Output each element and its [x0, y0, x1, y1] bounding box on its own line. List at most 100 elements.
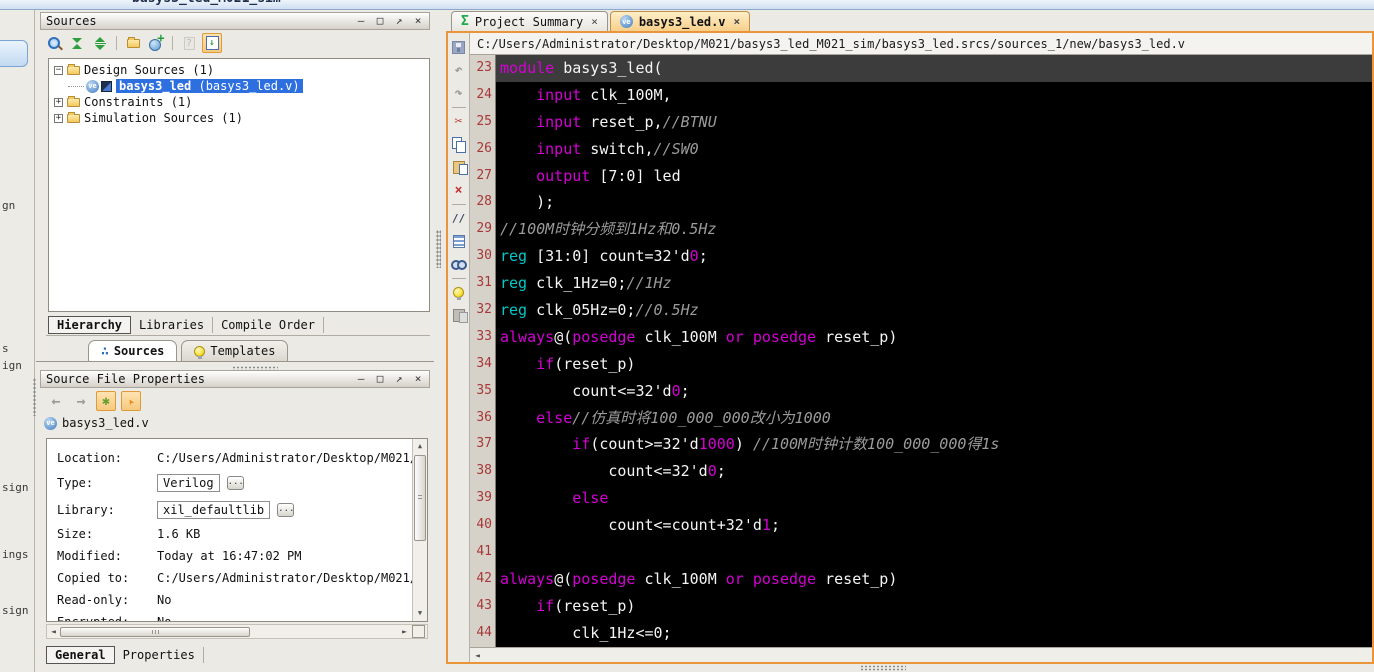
save-button[interactable] — [449, 36, 469, 59]
editor-horizontal-scrollbar[interactable]: ◄ — [470, 647, 1372, 662]
close-icon[interactable]: × — [412, 372, 424, 386]
tree-item-design-sources[interactable]: − Design Sources (1) — [49, 62, 429, 78]
property-row-location: Location: C:/Users/Administrator/Desktop/… — [47, 447, 427, 469]
help-button[interactable]: ? — [179, 33, 199, 53]
browse-button[interactable]: ... — [277, 502, 294, 517]
snippet-button[interactable] — [449, 304, 469, 327]
open-folder-button[interactable] — [123, 33, 143, 53]
scroll-to-selected-button[interactable]: ↓ — [202, 33, 222, 53]
line-number: 35 — [476, 382, 492, 398]
paste-button[interactable] — [449, 156, 469, 179]
property-input[interactable]: Verilog — [157, 473, 220, 492]
scroll-down-icon[interactable]: ▼ — [413, 607, 427, 620]
tab-general[interactable]: General — [46, 646, 115, 664]
delete-button[interactable]: × — [449, 179, 469, 202]
float-icon[interactable]: ↗ — [393, 372, 405, 386]
scroll-up-icon[interactable]: ▲ — [413, 440, 427, 453]
tree-item-simulation-sources[interactable]: + Simulation Sources (1) — [49, 110, 429, 126]
maximize-icon[interactable]: □ — [374, 372, 386, 386]
expander-icon[interactable]: − — [54, 65, 63, 75]
line-number: 41 — [476, 544, 492, 560]
find-button[interactable] — [449, 253, 469, 276]
code-line: reg clk_05Hz=0;//0.5Hz — [500, 301, 699, 320]
expand-all-button[interactable] — [90, 33, 110, 53]
cut-button[interactable]: ✂ — [449, 110, 469, 133]
panel-tab-label: Templates — [210, 344, 276, 358]
panel-tab-sources[interactable]: ∴ Sources — [88, 340, 178, 361]
left-edge-strip: gn s ign sign ings sign — [0, 10, 35, 672]
collapse-all-button[interactable] — [67, 33, 87, 53]
code-line: reg [31:0] count=32'd0; — [500, 247, 708, 266]
redo-icon: ↷ — [454, 86, 463, 101]
folder-icon — [67, 111, 80, 123]
file-path: C:/Users/Administrator/Desktop/M021/basy… — [477, 36, 1186, 51]
tree-item-basys3-led[interactable]: ve basys3_led (basys3_led.v) — [49, 78, 429, 94]
cursor-button[interactable]: ➤ — [121, 391, 141, 411]
back-button[interactable]: ← — [46, 391, 66, 411]
forward-button[interactable]: → — [71, 391, 91, 411]
properties-panel-title: Source File Properties — [46, 372, 205, 386]
undo-button[interactable]: ↶ — [449, 59, 469, 82]
float-icon[interactable]: ↗ — [393, 14, 405, 28]
close-icon[interactable]: × — [734, 15, 741, 28]
properties-vertical-scrollbar[interactable]: ▲ ▼ — [412, 439, 427, 621]
flow-navigator-button-fragment[interactable] — [0, 40, 28, 67]
bottom-splitter-handle[interactable] — [860, 665, 906, 671]
size-grip[interactable] — [412, 625, 425, 638]
expander-icon[interactable]: + — [54, 97, 63, 107]
copy-button[interactable] — [449, 133, 469, 156]
add-source-button[interactable] — [146, 31, 166, 53]
vertical-splitter-handle[interactable] — [436, 230, 441, 268]
property-value: C:/Users/Administrator/Desktop/M021/basy… — [157, 571, 427, 585]
property-input[interactable]: xil_defaultlib — [157, 500, 271, 519]
scrollbar-thumb[interactable] — [414, 455, 426, 541]
tab-compile-order[interactable]: Compile Order — [213, 316, 324, 333]
scroll-left-icon[interactable]: ◄ — [473, 651, 482, 660]
line-number: 30 — [476, 248, 492, 264]
browse-button[interactable]: ... — [226, 475, 244, 490]
editor-tab-project-summary[interactable]: Σ Project Summary × — [451, 11, 608, 31]
tab-libraries[interactable]: Libraries — [131, 316, 214, 333]
tab-hierarchy[interactable]: Hierarchy — [48, 315, 132, 334]
sources-panel-titlebar: Sources – □ ↗ × — [40, 12, 430, 30]
code-line: always@(posedge clk_100M or posedge rese… — [500, 569, 898, 588]
scroll-right-icon[interactable]: ► — [400, 627, 409, 636]
scrollbar-thumb[interactable] — [59, 626, 250, 637]
property-label: Read-only: — [57, 593, 130, 607]
comment-button[interactable]: // — [449, 207, 469, 230]
line-number: 24 — [476, 86, 492, 102]
tree-item-constraints[interactable]: + Constraints (1) — [49, 94, 429, 110]
editor-content: C:/Users/Administrator/Desktop/M021/basy… — [470, 33, 1372, 662]
properties-table: Location: C:/Users/Administrator/Desktop/… — [46, 438, 428, 622]
code-line: clk_1Hz<=0; — [500, 623, 672, 642]
vertical-splitter[interactable] — [434, 10, 444, 672]
code-text[interactable]: module basys3_led( input clk_100M, input… — [496, 55, 1372, 647]
tab-properties[interactable]: Properties — [115, 647, 204, 663]
line-number: 23 — [476, 60, 492, 75]
property-row-library: Library: xil_defaultlib... — [47, 496, 427, 523]
property-value: 1.6 KB — [157, 527, 201, 541]
gear-button[interactable]: ✱ — [96, 391, 116, 411]
properties-window-buttons: – □ ↗ × — [355, 372, 424, 386]
code-line: always@(posedge clk_100M or posedge rese… — [500, 327, 898, 346]
code-line: count<=count+32'd1; — [500, 516, 780, 535]
minimize-icon[interactable]: – — [355, 372, 367, 386]
panel-tab-templates[interactable]: Templates — [181, 340, 289, 361]
redo-button[interactable]: ↷ — [449, 82, 469, 105]
close-icon[interactable]: × — [591, 15, 598, 28]
code-area[interactable]: 23 24 25 26 27 28 29 30 31 32 33 34 35 36 37 38 39 40 41 42… — [470, 55, 1372, 647]
close-icon[interactable]: × — [412, 14, 424, 28]
properties-file-name: basys3_led.v — [62, 416, 149, 430]
search-button[interactable] — [44, 33, 64, 53]
expander-icon[interactable]: + — [54, 113, 63, 123]
scroll-left-icon[interactable]: ◄ — [49, 627, 58, 636]
lightbulb-button[interactable] — [449, 281, 469, 304]
properties-horizontal-scrollbar[interactable]: ◄ ► — [46, 624, 428, 639]
minimize-icon[interactable]: – — [355, 14, 367, 28]
code-line: ); — [500, 193, 555, 212]
tree-item-label: Simulation Sources (1) — [84, 111, 243, 125]
editor-tab-basys3-led-v[interactable]: ve basys3_led.v × — [609, 11, 751, 31]
maximize-icon[interactable]: □ — [374, 14, 386, 28]
toolbar-separator — [116, 36, 117, 50]
block-button[interactable] — [449, 230, 469, 253]
